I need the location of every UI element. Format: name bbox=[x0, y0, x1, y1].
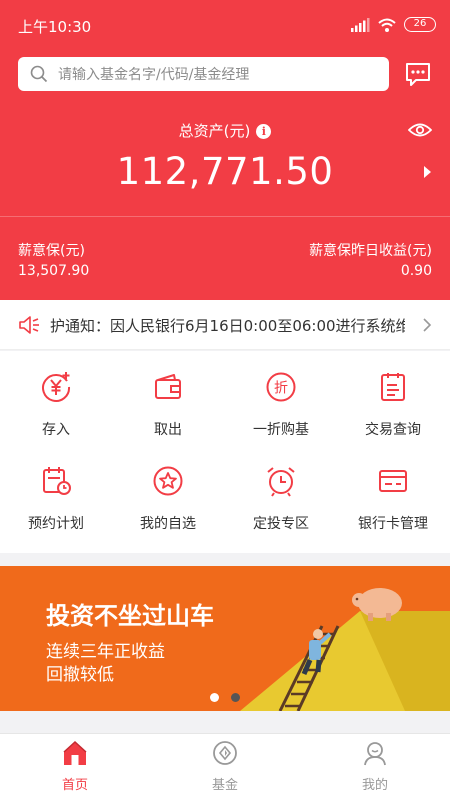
action-label: 取出 bbox=[154, 422, 182, 438]
action-label: 预约计划 bbox=[28, 516, 84, 532]
yesterday-earnings-value[interactable]: 0.90 bbox=[401, 263, 432, 279]
signal-icon bbox=[351, 17, 370, 32]
wifi-icon bbox=[378, 18, 396, 32]
alarm-clock-icon bbox=[267, 467, 295, 497]
banner-title: 投资不坐过山车 bbox=[46, 602, 214, 630]
action-bank-card[interactable]: 银行卡管理 bbox=[337, 445, 449, 535]
eye-icon[interactable] bbox=[408, 120, 432, 140]
action-discount[interactable]: 折 一折购基 bbox=[225, 351, 337, 441]
action-watchlist[interactable]: 我的自选 bbox=[112, 445, 224, 535]
notice-text: 护通知：因人民银行6月16日0:00至06:00进行系统维护 bbox=[50, 317, 405, 335]
total-assets-label: 总资产(元) bbox=[178, 122, 251, 140]
tab-label: 基金 bbox=[211, 778, 238, 793]
star-icon bbox=[153, 466, 183, 496]
action-grid: 存入 取出 折 一折购基 交易查询 预约计划 我的自选 定投专区 银行卡管理 bbox=[0, 351, 450, 553]
tab-home[interactable]: 首页 bbox=[0, 734, 150, 800]
divider bbox=[0, 216, 450, 217]
ladder-illustration bbox=[240, 588, 450, 711]
action-trade-query[interactable]: 交易查询 bbox=[337, 351, 449, 441]
discount-icon: 折 bbox=[266, 372, 296, 402]
status-bar: 上午10:30 26 bbox=[0, 0, 450, 50]
yesterday-earnings-label[interactable]: 薪意保昨日收益(元) bbox=[309, 240, 432, 260]
promo-banner[interactable]: 投资不坐过山车 连续三年正收益 回撤较低 bbox=[0, 566, 450, 711]
carousel-dot[interactable] bbox=[231, 693, 240, 702]
tab-label: 首页 bbox=[61, 778, 88, 793]
bank-card-icon bbox=[379, 470, 407, 492]
search-input[interactable]: 请输入基金名字/代码/基金经理 bbox=[18, 57, 389, 91]
action-label: 银行卡管理 bbox=[358, 516, 428, 532]
salary-fund-value[interactable]: 13,507.90 bbox=[18, 263, 89, 279]
tab-label: 我的 bbox=[361, 778, 388, 793]
document-icon bbox=[381, 373, 405, 401]
arrow-right-icon[interactable] bbox=[424, 166, 431, 178]
action-label: 一折购基 bbox=[253, 422, 309, 438]
action-label: 存入 bbox=[42, 422, 70, 438]
calendar-icon bbox=[43, 467, 71, 495]
notice-bar[interactable]: 护通知：因人民银行6月16日0:00至06:00进行系统维护 bbox=[0, 300, 450, 350]
action-label: 定投专区 bbox=[253, 516, 309, 532]
search-placeholder: 请输入基金名字/代码/基金经理 bbox=[58, 67, 250, 83]
svg-text:折: 折 bbox=[274, 381, 288, 397]
banner-subtitle-2: 回撤较低 bbox=[46, 665, 114, 685]
salary-fund-label[interactable]: 薪意保(元) bbox=[18, 240, 85, 260]
action-auto-invest[interactable]: 定投专区 bbox=[225, 445, 337, 535]
total-assets-amount[interactable]: 112,771.50 bbox=[0, 150, 450, 193]
deposit-icon bbox=[42, 372, 71, 402]
bottom-tab-bar: 首页 基金 我的 bbox=[0, 733, 450, 800]
action-label: 交易查询 bbox=[365, 422, 421, 438]
wallet-icon bbox=[155, 374, 181, 399]
home-icon bbox=[63, 740, 87, 765]
action-schedule-plan[interactable]: 预约计划 bbox=[0, 445, 112, 535]
status-icons: 26 bbox=[350, 17, 436, 32]
total-assets-label-row: 总资产(元) i bbox=[0, 120, 450, 141]
banner-subtitle: 连续三年正收益 bbox=[46, 642, 165, 662]
action-deposit[interactable]: 存入 bbox=[0, 351, 112, 441]
asset-header: 上午10:30 26 请输入基金名字/代码/基金经理 总资产(元) i 112,… bbox=[0, 0, 450, 300]
chevron-right-icon[interactable] bbox=[422, 317, 432, 333]
search-icon bbox=[30, 65, 48, 83]
fund-icon bbox=[213, 741, 237, 765]
message-icon[interactable] bbox=[404, 60, 432, 88]
info-icon[interactable]: i bbox=[256, 124, 272, 139]
tab-profile[interactable]: 我的 bbox=[300, 734, 450, 800]
status-time: 上午10:30 bbox=[18, 18, 92, 36]
speaker-icon bbox=[19, 316, 39, 334]
action-label: 我的自选 bbox=[140, 516, 196, 532]
action-withdraw[interactable]: 取出 bbox=[112, 351, 224, 441]
carousel-dot[interactable] bbox=[210, 693, 219, 702]
battery-indicator: 26 bbox=[404, 17, 436, 32]
profile-icon bbox=[364, 742, 386, 766]
tab-fund[interactable]: 基金 bbox=[150, 734, 300, 800]
carousel-dots[interactable] bbox=[210, 693, 240, 702]
